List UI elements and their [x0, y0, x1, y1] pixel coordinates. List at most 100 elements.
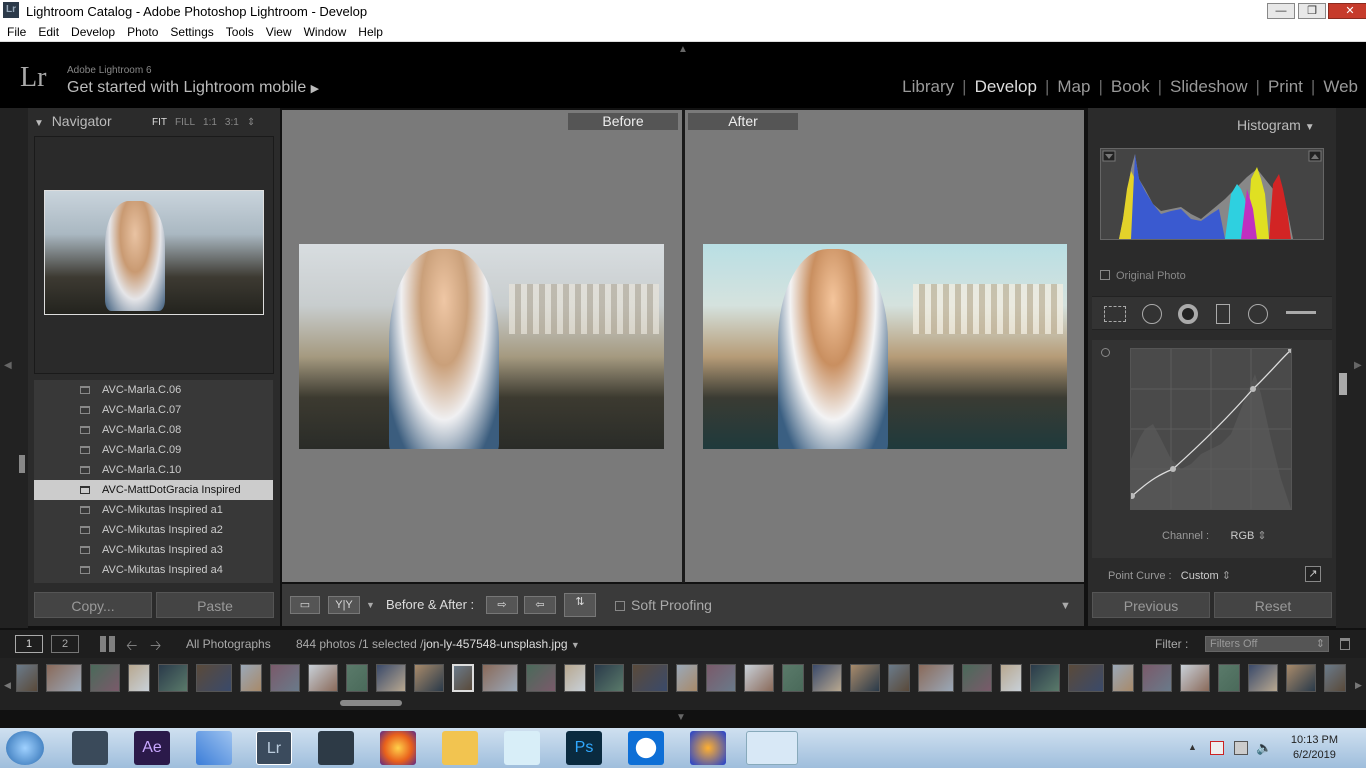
video-app-icon[interactable]	[72, 731, 108, 765]
right-scrollbar[interactable]	[1339, 373, 1347, 395]
filter-lock-icon[interactable]	[1340, 638, 1350, 650]
histogram-chart[interactable]	[1100, 148, 1324, 240]
tray-expand-icon[interactable]: ▲	[1188, 742, 1197, 752]
camera-app-icon[interactable]	[504, 731, 540, 765]
zoom-3-1[interactable]: 3:1	[225, 117, 239, 128]
zoom-stepper-icon[interactable]: ⇕	[247, 117, 255, 128]
mobile-cta[interactable]: Get started with Lightroom mobile ▶	[67, 79, 319, 97]
filmstrip-thumbnail[interactable]	[594, 664, 624, 692]
filmstrip-thumbnail[interactable]	[346, 664, 368, 692]
soft-proofing-toggle[interactable]: Soft Proofing	[615, 597, 712, 613]
graduated-filter-icon[interactable]	[1216, 304, 1230, 324]
navigator-thumbnail[interactable]	[44, 190, 264, 315]
zoom-fill[interactable]: FILL	[175, 117, 195, 128]
list-item[interactable]: AVC-Marla.C.07	[34, 400, 273, 420]
list-item[interactable]: AVC-Mikutas Inspired a3	[34, 540, 273, 560]
filmstrip-source[interactable]: All Photographs	[186, 637, 271, 651]
module-library[interactable]: Library	[894, 77, 962, 97]
list-item[interactable]: AVC-Mikutas Inspired a1	[34, 500, 273, 520]
menu-window[interactable]: Window	[297, 22, 352, 39]
filmstrip-thumbnail[interactable]	[676, 664, 698, 692]
filmstrip-thumbnail[interactable]	[158, 664, 188, 692]
filmstrip-thumbnail[interactable]	[706, 664, 736, 692]
minimize-button[interactable]: —	[1267, 3, 1295, 19]
filmstrip-thumbnail[interactable]	[812, 664, 842, 692]
list-item[interactable]: AVC-Marla.C.06	[34, 380, 273, 400]
filmstrip-thumbnail[interactable]	[452, 664, 474, 692]
module-develop[interactable]: Develop	[967, 77, 1045, 97]
network-icon[interactable]	[1234, 741, 1248, 755]
module-web[interactable]: Web	[1315, 77, 1366, 97]
swap-before-after-button[interactable]: ⇅	[564, 593, 596, 617]
close-button[interactable]: ✕	[1328, 3, 1366, 19]
copy-before-to-after-button[interactable]: ⇨	[486, 596, 518, 614]
radial-filter-icon[interactable]	[1248, 304, 1268, 324]
volume-icon[interactable]: 🔈	[1256, 740, 1272, 756]
red-eye-tool-icon[interactable]	[1178, 304, 1198, 324]
filmstrip-thumbnail[interactable]	[90, 664, 120, 692]
spot-removal-tool-icon[interactable]	[1142, 304, 1162, 324]
menu-view[interactable]: View	[259, 22, 297, 39]
original-photo-toggle[interactable]: Original Photo	[1100, 270, 1186, 282]
list-item[interactable]: AVC-Marla.C.09	[34, 440, 273, 460]
previous-button[interactable]: Previous	[1092, 592, 1210, 618]
filmstrip-thumbnail[interactable]	[1324, 664, 1346, 692]
filmstrip-thumbnail[interactable]	[46, 664, 82, 692]
list-item[interactable]: AVC-Marla.C.10	[34, 460, 273, 480]
filmstrip-thumbnail[interactable]	[782, 664, 804, 692]
zoom-1-1[interactable]: 1:1	[203, 117, 217, 128]
module-book[interactable]: Book	[1103, 77, 1158, 97]
teamviewer-icon[interactable]	[628, 731, 664, 765]
filmstrip-thumbnail[interactable]	[1286, 664, 1316, 692]
original-photo-checkbox[interactable]	[1100, 270, 1110, 280]
channel-selector[interactable]: Channel : RGB ⇕	[1162, 529, 1267, 542]
filmstrip-thumbnail[interactable]	[128, 664, 150, 692]
copy-after-to-before-button[interactable]: ⇦	[524, 596, 556, 614]
filmstrip-thumbnail[interactable]	[482, 664, 518, 692]
collapse-right-arrow-icon[interactable]: ▶	[1354, 360, 1362, 371]
filmstrip-thumbnail[interactable]	[888, 664, 910, 692]
collapse-top-arrow-icon[interactable]: ▲	[678, 44, 688, 55]
collapse-left-arrow-icon[interactable]: ◀	[4, 360, 12, 371]
view-mode-dropdown-icon[interactable]: ▼	[366, 600, 375, 610]
loupe-view-button[interactable]: ▭	[290, 596, 320, 614]
filmstrip-thumbnail[interactable]	[1248, 664, 1278, 692]
left-scrollbar[interactable]	[19, 455, 25, 473]
filmstrip-thumbnail[interactable]	[1142, 664, 1172, 692]
module-slideshow[interactable]: Slideshow	[1162, 77, 1256, 97]
after-effects-icon[interactable]: Ae	[134, 731, 170, 765]
filmstrip-thumbnail[interactable]	[526, 664, 556, 692]
copy-button[interactable]: Copy...	[34, 592, 152, 618]
crop-tool-icon[interactable]	[1104, 306, 1126, 322]
before-photo[interactable]	[299, 244, 664, 449]
soft-proofing-checkbox[interactable]	[615, 601, 625, 611]
filmstrip-thumbnail[interactable]	[744, 664, 774, 692]
menu-develop[interactable]: Develop	[64, 22, 120, 39]
secondary-window-button[interactable]: 2	[51, 635, 79, 653]
filter-dropdown[interactable]: Filters Off ⇕	[1205, 636, 1329, 652]
grid-view-icon[interactable]	[100, 636, 116, 652]
target-adjustment-icon[interactable]	[1101, 348, 1110, 357]
edit-point-curve-icon[interactable]: ↗	[1305, 566, 1321, 582]
filmstrip-thumbnail[interactable]	[270, 664, 300, 692]
list-item[interactable]: AVC-Marla.C.08	[34, 420, 273, 440]
filmstrip-thumbnail[interactable]	[1112, 664, 1134, 692]
filmstrip-thumbnail[interactable]	[1218, 664, 1240, 692]
menu-help[interactable]: Help	[351, 22, 388, 39]
list-item[interactable]: AVC-Mikutas Inspired a2	[34, 520, 273, 540]
filmstrip-thumbnail[interactable]	[918, 664, 954, 692]
filmstrip-thumbnail[interactable]	[850, 664, 880, 692]
filmstrip-thumbnail[interactable]	[376, 664, 406, 692]
lightroom-taskbar-icon[interactable]: Lr	[256, 731, 292, 765]
menu-settings[interactable]: Settings	[163, 22, 218, 39]
app-diamond-icon[interactable]	[196, 731, 232, 765]
list-item[interactable]: AVC-Mikutas Inspired a4	[34, 560, 273, 580]
adjustment-brush-icon[interactable]	[1286, 311, 1316, 314]
filmstrip-thumbnail[interactable]	[196, 664, 232, 692]
filmstrip-thumbnail[interactable]	[414, 664, 444, 692]
filmstrip-scrollbar[interactable]	[340, 700, 402, 706]
navigator-header[interactable]: ▼ Navigator	[34, 113, 112, 129]
after-photo[interactable]	[703, 244, 1067, 449]
module-map[interactable]: Map	[1049, 77, 1098, 97]
collapse-bottom-arrow-icon[interactable]: ▼	[676, 712, 686, 723]
